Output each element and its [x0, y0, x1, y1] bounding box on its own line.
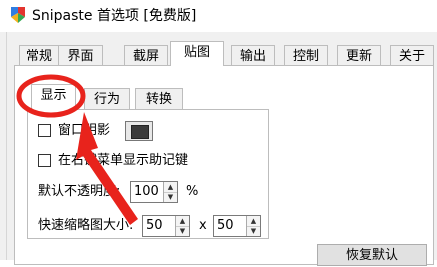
shadow-color-button[interactable] [125, 121, 153, 141]
spin-down-icon[interactable]: ▼ [176, 226, 189, 236]
opacity-spin-arrows[interactable]: ▲ ▼ [163, 182, 177, 202]
title-bar: Snipaste 首选项 [免费版] [0, 0, 437, 32]
thumbnail-size-separator: x [199, 218, 207, 233]
window-shadow-checkbox[interactable] [38, 124, 51, 137]
tab-update[interactable]: 更新 [337, 45, 381, 66]
window-title: Snipaste 首选项 [免费版] [32, 8, 197, 24]
subtab-display[interactable]: 显示 [31, 84, 76, 110]
snipaste-logo-icon [11, 7, 25, 23]
opacity-label: 默认不透明度: [38, 184, 121, 199]
opacity-spinbox[interactable]: 100 ▲ ▼ [130, 181, 178, 203]
window-left-border [6, 32, 7, 260]
thumbnail-height-value: 50 [217, 218, 234, 233]
thumbnail-height-spinbox[interactable]: 50 ▲ ▼ [213, 215, 261, 237]
reset-defaults-button[interactable]: 恢复默认 [317, 244, 427, 266]
tab-output[interactable]: 输出 [231, 45, 275, 66]
tab-general[interactable]: 常规 [19, 45, 59, 66]
thumbnail-width-value: 50 [146, 218, 163, 233]
thumbnail-width-spinbox[interactable]: 50 ▲ ▼ [142, 215, 190, 237]
thumbnail-height-spin-arrows[interactable]: ▲ ▼ [246, 216, 260, 236]
opacity-value: 100 [134, 184, 159, 199]
show-key-label: 在右键菜单显示助记键 [58, 153, 189, 168]
opacity-unit: % [186, 184, 199, 199]
shadow-color-swatch [131, 125, 149, 139]
spin-down-icon[interactable]: ▼ [164, 192, 177, 202]
tab-about[interactable]: 关于 [390, 45, 434, 66]
tab-interface[interactable]: 界面 [58, 45, 103, 66]
thumbnail-size-label: 快速缩略图大小: [38, 218, 134, 233]
tab-capture[interactable]: 截屏 [124, 45, 168, 66]
show-key-checkbox[interactable] [38, 154, 51, 167]
subtab-transform[interactable]: 转换 [135, 88, 183, 110]
window-shadow-label: 窗口阴影 [58, 123, 111, 138]
thumbnail-width-spin-arrows[interactable]: ▲ ▼ [175, 216, 189, 236]
tab-paste[interactable]: 贴图 [170, 41, 224, 66]
spin-down-icon[interactable]: ▼ [247, 226, 260, 236]
tab-control[interactable]: 控制 [284, 45, 328, 66]
subtab-behavior[interactable]: 行为 [84, 88, 130, 110]
